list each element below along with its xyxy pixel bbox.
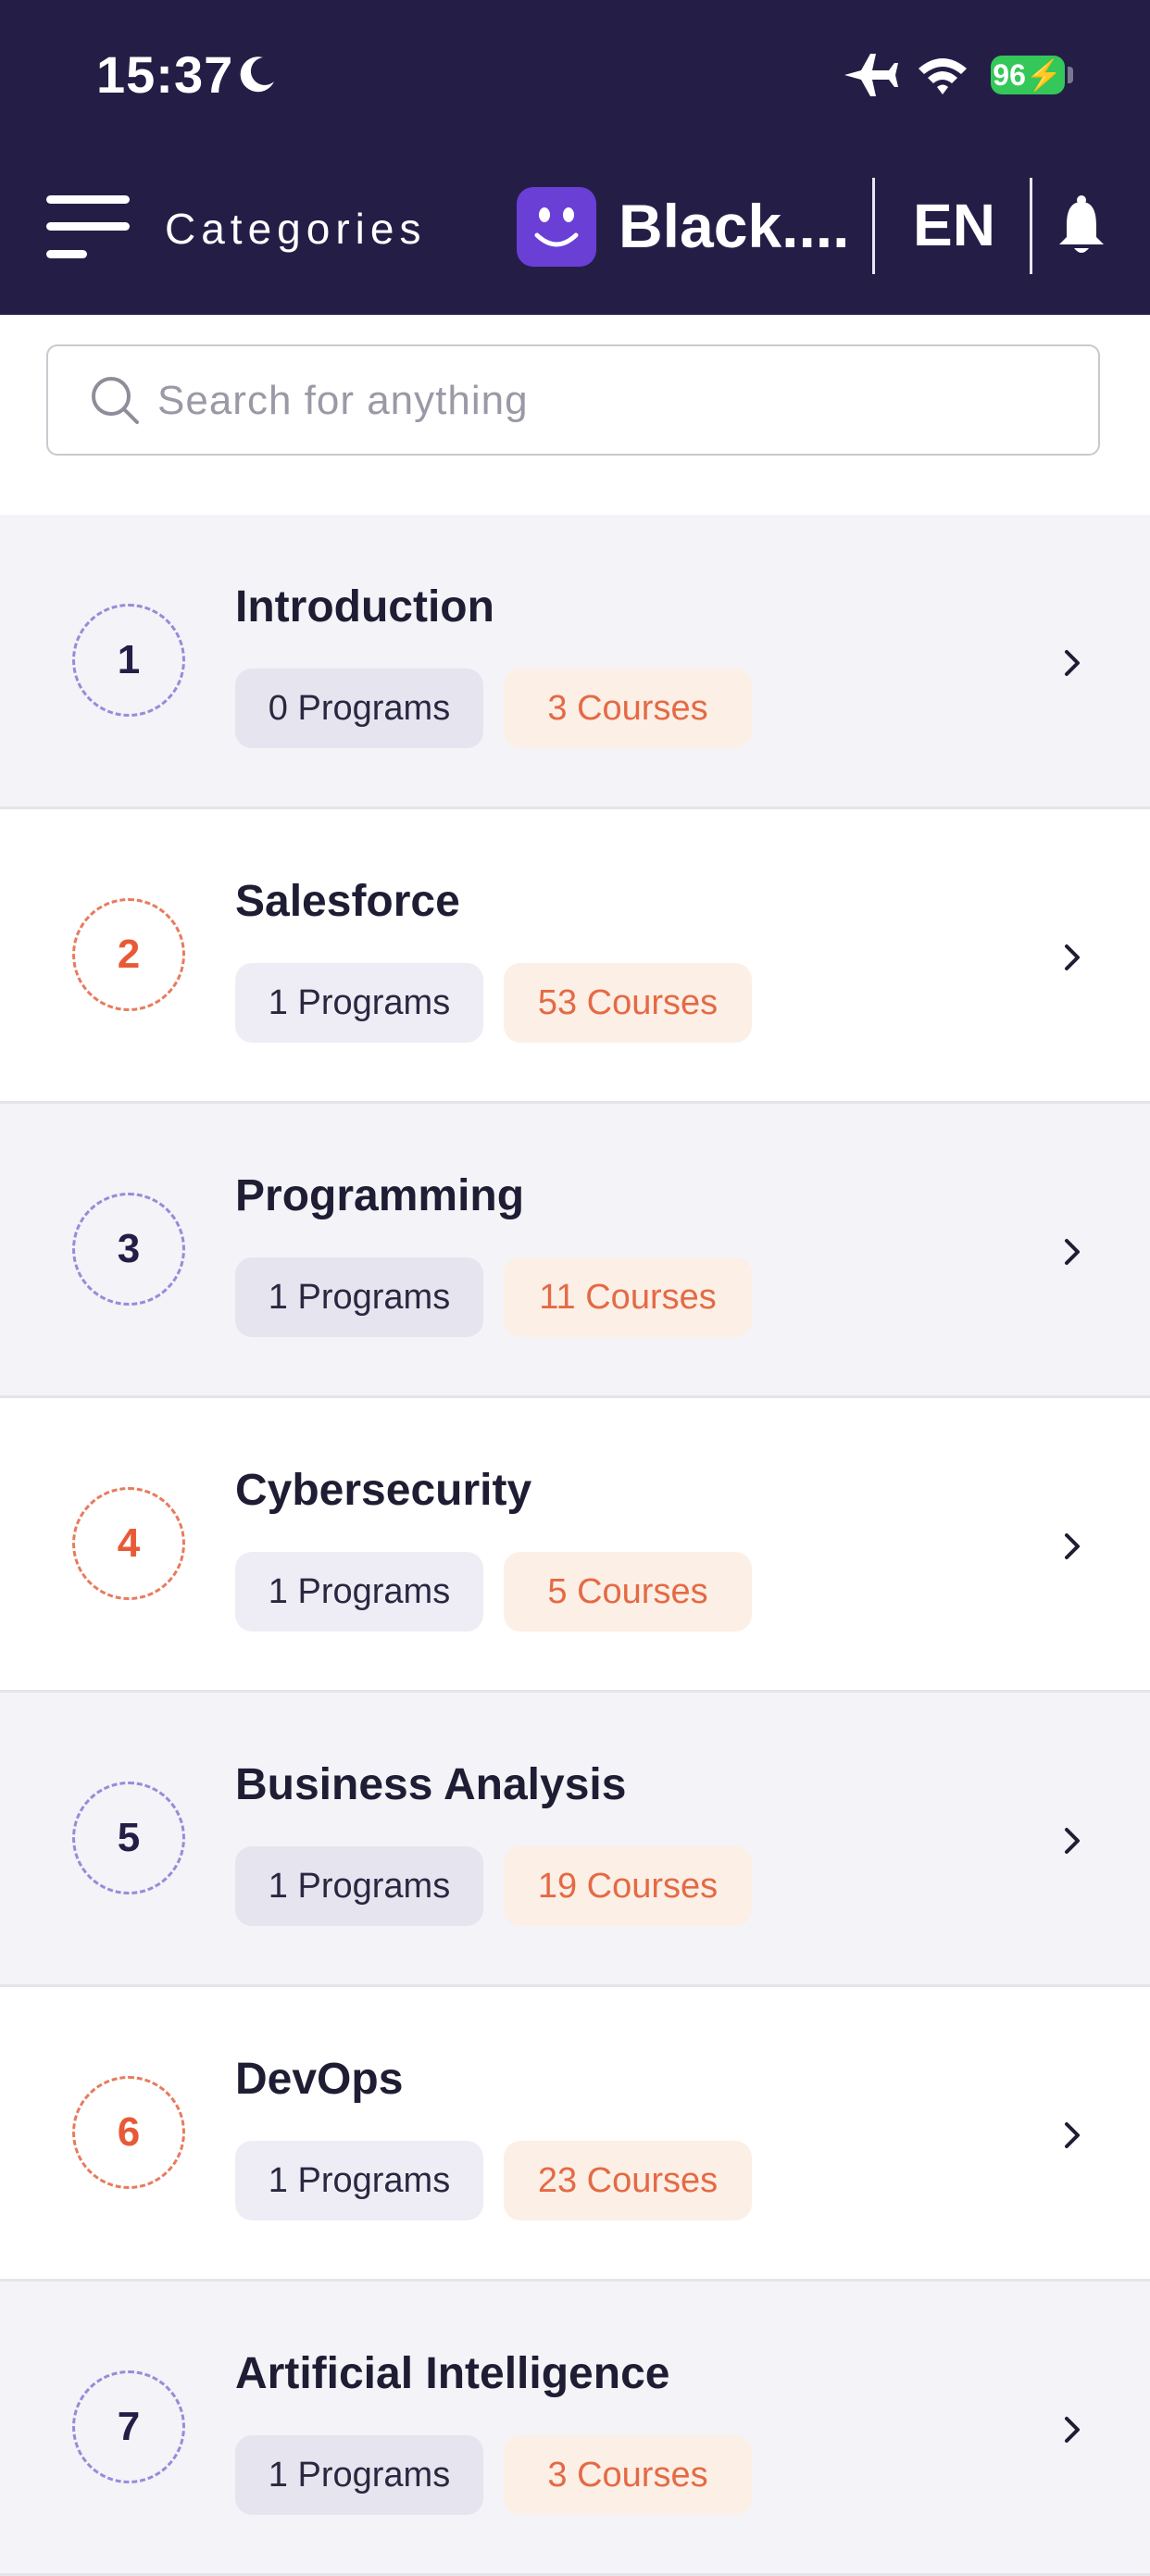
category-row[interactable]: 6 DevOps 1 Programs 23 Courses	[0, 1987, 1150, 2282]
category-number: 5	[72, 1782, 185, 1894]
category-number: 2	[72, 898, 185, 1011]
chevron-right-icon	[1065, 650, 1080, 676]
chevron-right-icon	[1065, 944, 1080, 970]
courses-badge: 3 Courses	[504, 2435, 752, 2515]
category-title: DevOps	[235, 2055, 404, 2104]
category-title: Cybersecurity	[235, 1466, 532, 1515]
brand-name[interactable]: Black....	[619, 191, 849, 261]
search-box[interactable]	[46, 344, 1100, 456]
chevron-right-icon	[1065, 2122, 1080, 2148]
smiley-logo-icon[interactable]	[517, 187, 596, 267]
search-input[interactable]	[157, 369, 1065, 433]
programs-badge: 1 Programs	[235, 1257, 483, 1337]
category-title: Artificial Intelligence	[235, 2349, 670, 2398]
programs-badge: 1 Programs	[235, 963, 483, 1043]
status-time: 15:37	[96, 45, 234, 104]
category-number: 3	[72, 1193, 185, 1306]
categories-label[interactable]: Categories	[165, 204, 426, 254]
category-number: 6	[72, 2076, 185, 2189]
category-title: Salesforce	[235, 877, 460, 926]
programs-badge: 1 Programs	[235, 1552, 483, 1632]
language-selector[interactable]: EN	[913, 191, 995, 259]
programs-badge: 1 Programs	[235, 2141, 483, 2220]
courses-badge: 5 Courses	[504, 1552, 752, 1632]
search-icon	[92, 377, 139, 424]
bell-icon[interactable]	[1057, 194, 1106, 256]
wifi-icon	[919, 58, 967, 94]
battery-icon: 96⚡	[991, 56, 1065, 94]
category-row[interactable]: 2 Salesforce 1 Programs 53 Courses	[0, 809, 1150, 1104]
chevron-right-icon	[1065, 2417, 1080, 2443]
programs-badge: 0 Programs	[235, 669, 483, 748]
hamburger-menu-icon[interactable]	[46, 193, 131, 259]
category-row[interactable]: 4 Cybersecurity 1 Programs 5 Courses	[0, 1398, 1150, 1693]
courses-badge: 53 Courses	[504, 963, 752, 1043]
category-number: 7	[72, 2370, 185, 2483]
moon-icon	[240, 56, 274, 93]
divider	[872, 178, 875, 274]
courses-badge: 19 Courses	[504, 1846, 752, 1926]
courses-badge: 3 Courses	[504, 669, 752, 748]
courses-badge: 11 Courses	[504, 1257, 752, 1337]
category-number: 1	[72, 604, 185, 717]
category-title: Business Analysis	[235, 1760, 627, 1809]
courses-badge: 23 Courses	[504, 2141, 752, 2220]
battery-nub	[1068, 67, 1073, 83]
programs-badge: 1 Programs	[235, 1846, 483, 1926]
airplane-icon	[844, 54, 898, 96]
category-title: Programming	[235, 1171, 525, 1220]
battery-level: 96	[993, 58, 1026, 92]
chevron-right-icon	[1065, 1533, 1080, 1559]
divider	[1030, 178, 1032, 274]
category-row[interactable]: 3 Programming 1 Programs 11 Courses	[0, 1104, 1150, 1398]
programs-badge: 1 Programs	[235, 2435, 483, 2515]
category-row[interactable]: 5 Business Analysis 1 Programs 19 Course…	[0, 1693, 1150, 1987]
category-row[interactable]: 7 Artificial Intelligence 1 Programs 3 C…	[0, 2282, 1150, 2576]
category-title: Introduction	[235, 582, 494, 631]
category-number: 4	[72, 1487, 185, 1600]
category-row[interactable]: 1 Introduction 0 Programs 3 Courses	[0, 515, 1150, 809]
chevron-right-icon	[1065, 1239, 1080, 1265]
chevron-right-icon	[1065, 1828, 1080, 1854]
category-list: 1 Introduction 0 Programs 3 Courses 2 Sa…	[0, 515, 1150, 2576]
top-bar: 15:37 96⚡ Categories Black.... EN	[0, 0, 1150, 315]
